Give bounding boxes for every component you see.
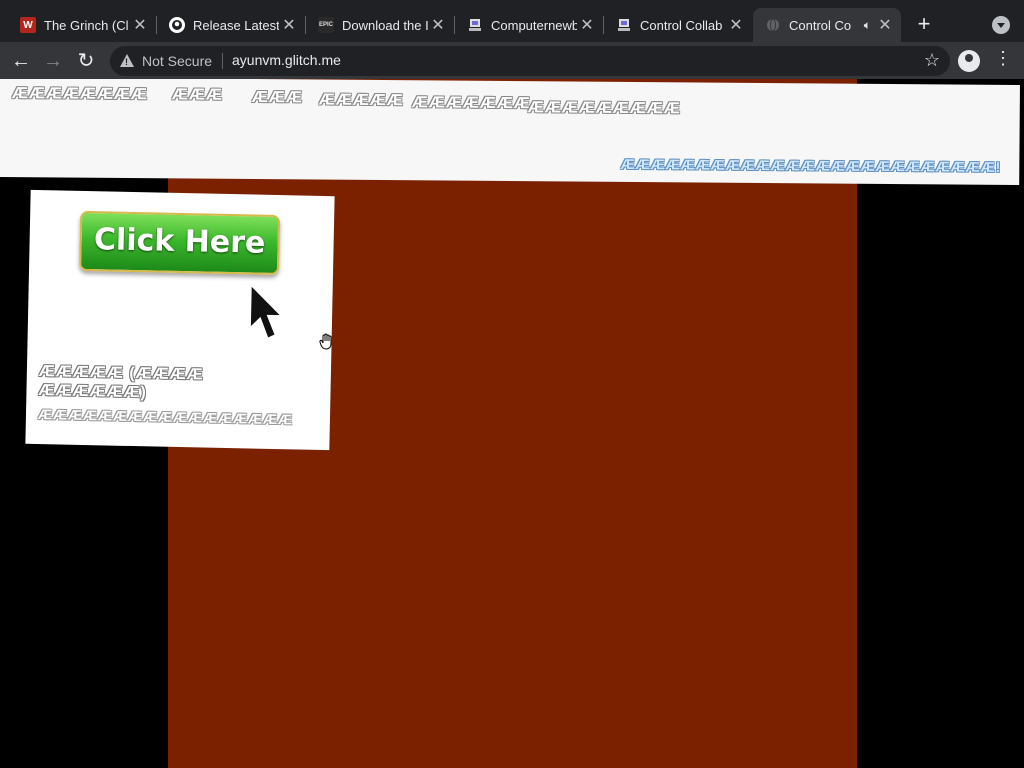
card-subtext: ÆÆÆÆÆÆÆÆÆÆÆÆÆÆÆÆÆ (37, 406, 294, 428)
tab-title: Computernewb (491, 17, 577, 33)
top-nav-band: ÆÆÆÆÆÆÆÆ ÆÆÆ ÆÆÆ ÆÆÆÆÆ ÆÆÆÆÆÆÆ ÆÆÆÆÆÆÆÆÆ… (0, 79, 1020, 186)
browser-toolbar: ← → ↻ ! Not Secure ayunvm.glitch.me ☆ ⋮ (0, 42, 1024, 79)
nav-link[interactable]: ÆÆÆ (172, 86, 223, 104)
tab-control-active[interactable]: Control Co 🔈︎ ✕ (753, 8, 901, 42)
close-icon[interactable]: ✕ (279, 15, 299, 35)
computernewb-icon (616, 17, 632, 33)
url-text[interactable]: ayunvm.glitch.me (232, 52, 341, 68)
hand-cursor-icon (319, 333, 332, 350)
tab-download[interactable]: EPIC Download the I ✕ (306, 8, 455, 42)
warning-icon[interactable]: ! (120, 54, 134, 67)
tab-search-icon[interactable] (992, 16, 1010, 34)
bookmark-star-icon[interactable]: ☆ (924, 50, 940, 71)
epic-games-icon: EPIC (318, 17, 334, 33)
close-icon[interactable]: ✕ (130, 15, 150, 35)
tab-strip: W The Grinch (Cl ✕ Release Latest ✕ EPIC… (0, 0, 1024, 46)
forward-arrow-icon[interactable]: → (41, 49, 65, 73)
new-tab-button[interactable]: + (912, 13, 936, 37)
globe-icon (765, 17, 781, 33)
banner-text: ÆÆÆÆÆÆÆÆÆÆÆÆÆÆÆÆÆÆÆÆÆÆÆÆÆ! (620, 155, 1002, 175)
close-icon[interactable]: ✕ (577, 15, 597, 35)
omnibox-divider (222, 53, 223, 69)
github-icon (169, 17, 185, 33)
wikipedia-w-icon: W (20, 17, 36, 33)
close-icon[interactable]: ✕ (875, 15, 895, 35)
tab-grinch[interactable]: W The Grinch (Cl ✕ (8, 8, 157, 42)
close-icon[interactable]: ✕ (428, 15, 448, 35)
tab-release[interactable]: Release Latest ✕ (157, 8, 306, 42)
nav-link[interactable]: ÆÆÆÆÆÆÆÆ (12, 85, 148, 104)
click-here-button[interactable]: Click Here (79, 210, 281, 276)
tab-title: Download the I (342, 17, 428, 33)
tab-title: Control Collab (640, 17, 723, 33)
nav-link[interactable]: ÆÆÆ (252, 89, 303, 107)
back-arrow-icon[interactable]: ← (9, 49, 33, 73)
ad-card: Click Here ÆÆÆÆÆ (ÆÆÆÆ ÆÆÆÆÆÆ) ÆÆÆÆÆÆÆÆÆ… (25, 189, 335, 451)
computernewb-icon (467, 17, 483, 33)
nav-link[interactable]: ÆÆÆÆÆ (319, 92, 404, 111)
tab-computernewb[interactable]: Computernewb ✕ (455, 8, 604, 42)
security-label[interactable]: Not Secure (142, 53, 212, 69)
tab-title: Control Co (789, 17, 852, 33)
tab-control-collab[interactable]: Control Collab ✕ (604, 8, 752, 42)
page-viewport: ÆÆÆÆÆÆÆÆ ÆÆÆ ÆÆÆ ÆÆÆÆÆ ÆÆÆÆÆÆÆ ÆÆÆÆÆÆÆÆÆ… (0, 79, 1024, 768)
address-bar[interactable]: ! Not Secure ayunvm.glitch.me ☆ (110, 46, 950, 76)
kebab-menu-icon[interactable]: ⋮ (994, 48, 1012, 69)
card-heading: ÆÆÆÆÆ (ÆÆÆÆ ÆÆÆÆÆÆ) (38, 363, 204, 402)
nav-link[interactable]: ÆÆÆÆÆÆÆÆÆ (528, 99, 681, 118)
reload-icon[interactable]: ↻ (74, 49, 98, 73)
tab-title: Release Latest (193, 17, 279, 33)
nav-link[interactable]: ÆÆÆÆÆÆÆ (412, 94, 531, 113)
mouse-pointer-icon (248, 282, 285, 341)
close-icon[interactable]: ✕ (726, 15, 746, 35)
tab-title: The Grinch (Cl (44, 17, 129, 33)
speaker-icon[interactable]: 🔈︎ (864, 18, 871, 33)
profile-avatar-icon[interactable] (958, 50, 980, 72)
